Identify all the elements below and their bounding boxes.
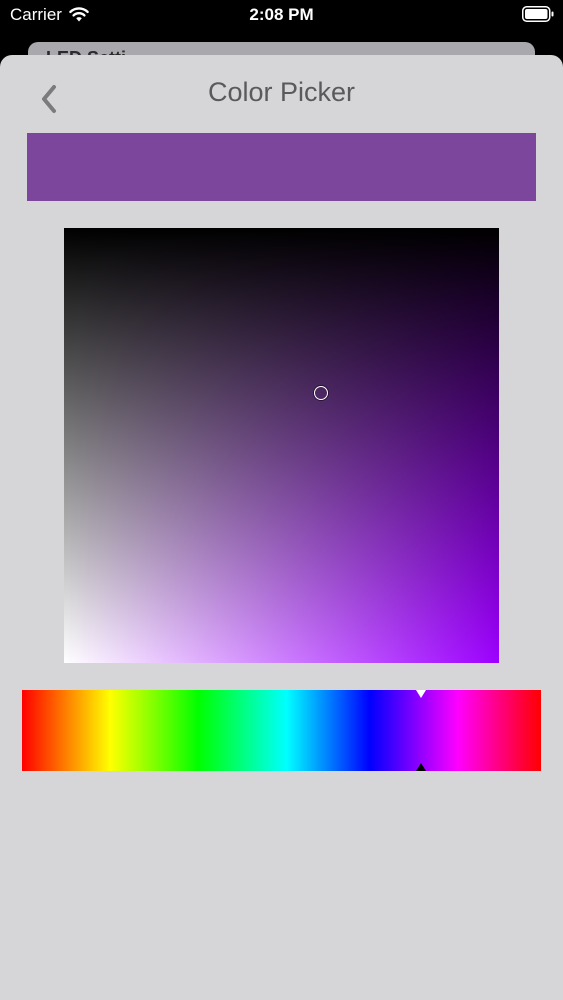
battery-icon [522, 6, 554, 22]
brightness-gradient [64, 228, 499, 663]
selected-color-preview [27, 133, 536, 201]
page-title: Color Picker [207, 77, 356, 107]
saturation-brightness-square[interactable] [64, 228, 499, 663]
color-picker-sheet: Color Picker [0, 55, 563, 1000]
hue-marker-bottom[interactable] [416, 763, 427, 771]
status-time: 2:08 PM [249, 5, 314, 24]
status-bar: Carrier 2:08 PM [0, 0, 563, 30]
hue-slider[interactable] [22, 690, 541, 771]
color-selector-handle[interactable] [313, 386, 328, 401]
hue-marker-top[interactable] [416, 690, 427, 698]
